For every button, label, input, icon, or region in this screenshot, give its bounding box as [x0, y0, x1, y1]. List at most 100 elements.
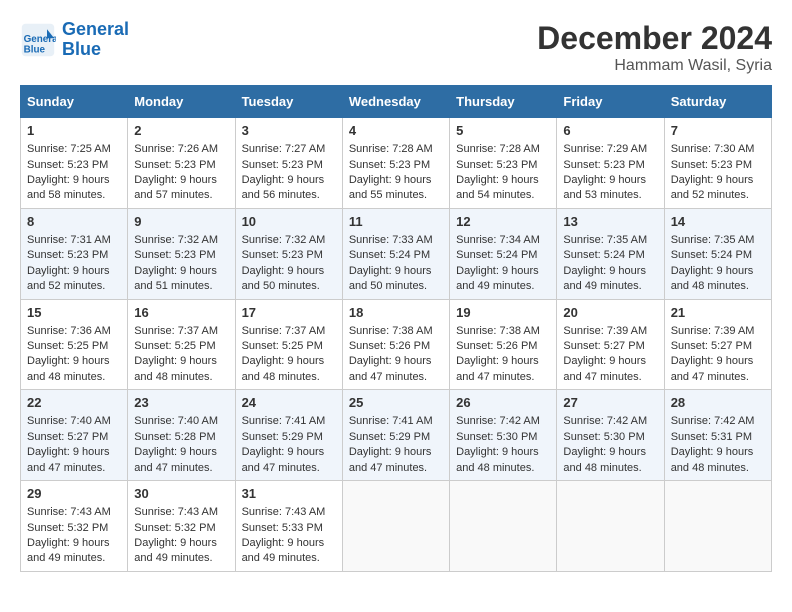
calendar-cell: 21 Sunrise: 7:39 AM Sunset: 5:27 PM Dayligh…	[664, 299, 771, 390]
calendar-cell: 14Sunrise: 7:35 AMSunset: 5:24 PMDayligh…	[664, 208, 771, 299]
sunset-text: Sunset: 5:30 PM	[563, 431, 644, 443]
daylight-text: Daylight: 9 hours and 49 minutes.	[27, 537, 110, 564]
daylight-text: Daylight: 9 hours and 47 minutes.	[134, 446, 217, 473]
sunset-text: Sunset: 5:23 PM	[456, 159, 537, 171]
day-number: 10	[242, 213, 336, 231]
daylight-text: Daylight: 9 hours and 52 minutes.	[671, 174, 754, 201]
sunset-text: Sunset: 5:32 PM	[134, 522, 215, 534]
sunset-text: Sunset: 5:27 PM	[27, 431, 108, 443]
weekday-header-saturday: Saturday	[664, 86, 771, 118]
daylight-text: Daylight: 9 hours and 57 minutes.	[134, 174, 217, 201]
daylight-text: Daylight: 9 hours and 47 minutes.	[349, 446, 432, 473]
calendar-cell: 15Sunrise: 7:36 AMSunset: 5:25 PMDayligh…	[21, 299, 128, 390]
day-number: 9	[134, 213, 228, 231]
sunrise-text: Sunrise: 7:34 AM	[456, 234, 540, 246]
location: Hammam Wasil, Syria	[537, 57, 772, 75]
sunset-text: Sunset: 5:23 PM	[27, 159, 108, 171]
day-number: 16	[134, 304, 228, 322]
sunrise-text: Sunrise: 7:28 AM	[456, 143, 540, 155]
calendar-cell: 28Sunrise: 7:42 AMSunset: 5:31 PMDayligh…	[664, 390, 771, 481]
day-number: 31	[242, 485, 336, 503]
sunset-text: Sunset: 5:27 PM	[671, 340, 752, 352]
sunset-text: Sunset: 5:24 PM	[349, 249, 430, 261]
sunset-text: Sunset: 5:26 PM	[349, 340, 430, 352]
logo-text: General Blue	[62, 20, 129, 60]
calendar-cell: 10Sunrise: 7:32 AMSunset: 5:23 PMDayligh…	[235, 208, 342, 299]
calendar-cell: 12Sunrise: 7:34 AMSunset: 5:24 PMDayligh…	[450, 208, 557, 299]
sunrise-text: Sunrise: 7:36 AM	[27, 325, 111, 337]
weekday-header-monday: Monday	[128, 86, 235, 118]
calendar-cell: 6Sunrise: 7:29 AMSunset: 5:23 PMDaylight…	[557, 118, 664, 209]
day-number: 2	[134, 122, 228, 140]
day-number: 1	[27, 122, 121, 140]
daylight-text: Daylight: 9 hours and 47 minutes.	[349, 355, 432, 382]
sunrise-text: Sunrise: 7:40 AM	[134, 415, 218, 427]
daylight-text: Daylight: 9 hours and 49 minutes.	[134, 537, 217, 564]
day-number: 3	[242, 122, 336, 140]
title-block: December 2024 Hammam Wasil, Syria	[537, 20, 772, 75]
sunrise-text: Sunrise: 7:43 AM	[27, 506, 111, 518]
weekday-header-wednesday: Wednesday	[342, 86, 449, 118]
daylight-text: Daylight: 9 hours and 52 minutes.	[27, 265, 110, 292]
sunrise-text: Sunrise: 7:41 AM	[242, 415, 326, 427]
day-number: 13	[563, 213, 657, 231]
daylight-text: Daylight: 9 hours and 49 minutes.	[563, 265, 646, 292]
calendar-cell: 9Sunrise: 7:32 AMSunset: 5:23 PMDaylight…	[128, 208, 235, 299]
daylight-text: Daylight: 9 hours and 50 minutes.	[242, 265, 325, 292]
logo-icon: General Blue	[20, 22, 56, 58]
calendar-week-3: 15 Sunrise: 7:36 AM Sunset: 5:25 PM Dayligh…	[21, 299, 772, 390]
day-number: 18	[349, 304, 443, 322]
calendar-cell: 31Sunrise: 7:43 AMSunset: 5:33 PMDayligh…	[235, 481, 342, 572]
daylight-text: Daylight: 9 hours and 53 minutes.	[563, 174, 646, 201]
daylight-text: Daylight: 9 hours and 48 minutes.	[456, 446, 539, 473]
calendar-cell: 29Sunrise: 7:43 AMSunset: 5:32 PMDayligh…	[21, 481, 128, 572]
sunset-text: Sunset: 5:27 PM	[563, 340, 644, 352]
sunset-text: Sunset: 5:29 PM	[242, 431, 323, 443]
calendar-cell: 18Sunrise: 7:38 AMSunset: 5:26 PMDayligh…	[342, 299, 449, 390]
sunrise-text: Sunrise: 7:39 AM	[563, 325, 647, 337]
sunrise-text: Sunrise: 7:42 AM	[671, 415, 755, 427]
sunset-text: Sunset: 5:25 PM	[27, 340, 108, 352]
daylight-text: Daylight: 9 hours and 48 minutes.	[242, 355, 325, 382]
daylight-text: Daylight: 9 hours and 48 minutes.	[671, 265, 754, 292]
calendar-cell: 22Sunrise: 7:40 AMSunset: 5:27 PMDayligh…	[21, 390, 128, 481]
calendar-cell: 3Sunrise: 7:27 AMSunset: 5:23 PMDaylight…	[235, 118, 342, 209]
sunrise-text: Sunrise: 7:43 AM	[242, 506, 326, 518]
calendar-cell: 1Sunrise: 7:25 AMSunset: 5:23 PMDaylight…	[21, 118, 128, 209]
calendar-cell: 16Sunrise: 7:37 AMSunset: 5:25 PMDayligh…	[128, 299, 235, 390]
calendar-table: SundayMondayTuesdayWednesdayThursdayFrid…	[20, 85, 772, 572]
sunrise-text: Sunrise: 7:39 AM	[671, 325, 755, 337]
day-number: 15	[27, 304, 121, 322]
sunset-text: Sunset: 5:24 PM	[563, 249, 644, 261]
day-number: 11	[349, 213, 443, 231]
sunset-text: Sunset: 5:30 PM	[456, 431, 537, 443]
sunrise-text: Sunrise: 7:40 AM	[27, 415, 111, 427]
day-number: 24	[242, 394, 336, 412]
calendar-cell: 8Sunrise: 7:31 AMSunset: 5:23 PMDaylight…	[21, 208, 128, 299]
day-number: 21	[671, 304, 765, 322]
day-number: 5	[456, 122, 550, 140]
calendar-week-4: 22Sunrise: 7:40 AMSunset: 5:27 PMDayligh…	[21, 390, 772, 481]
calendar-cell: 7Sunrise: 7:30 AMSunset: 5:23 PMDaylight…	[664, 118, 771, 209]
calendar-cell: 4Sunrise: 7:28 AMSunset: 5:23 PMDaylight…	[342, 118, 449, 209]
calendar-week-1: 1Sunrise: 7:25 AMSunset: 5:23 PMDaylight…	[21, 118, 772, 209]
daylight-text: Daylight: 9 hours and 47 minutes.	[671, 355, 754, 382]
day-number: 23	[134, 394, 228, 412]
sunset-text: Sunset: 5:25 PM	[242, 340, 323, 352]
sunset-text: Sunset: 5:23 PM	[27, 249, 108, 261]
day-number: 7	[671, 122, 765, 140]
sunrise-text: Sunrise: 7:42 AM	[456, 415, 540, 427]
day-number: 19	[456, 304, 550, 322]
weekday-header-friday: Friday	[557, 86, 664, 118]
calendar-cell	[557, 481, 664, 572]
calendar-cell: 2Sunrise: 7:26 AMSunset: 5:23 PMDaylight…	[128, 118, 235, 209]
calendar-cell: 26Sunrise: 7:42 AMSunset: 5:30 PMDayligh…	[450, 390, 557, 481]
calendar-week-5: 29Sunrise: 7:43 AMSunset: 5:32 PMDayligh…	[21, 481, 772, 572]
daylight-text: Daylight: 9 hours and 48 minutes.	[563, 446, 646, 473]
daylight-text: Daylight: 9 hours and 54 minutes.	[456, 174, 539, 201]
sunset-text: Sunset: 5:23 PM	[134, 249, 215, 261]
sunrise-text: Sunrise: 7:37 AM	[134, 325, 218, 337]
calendar-cell: 11Sunrise: 7:33 AMSunset: 5:24 PMDayligh…	[342, 208, 449, 299]
day-number: 6	[563, 122, 657, 140]
sunset-text: Sunset: 5:29 PM	[349, 431, 430, 443]
